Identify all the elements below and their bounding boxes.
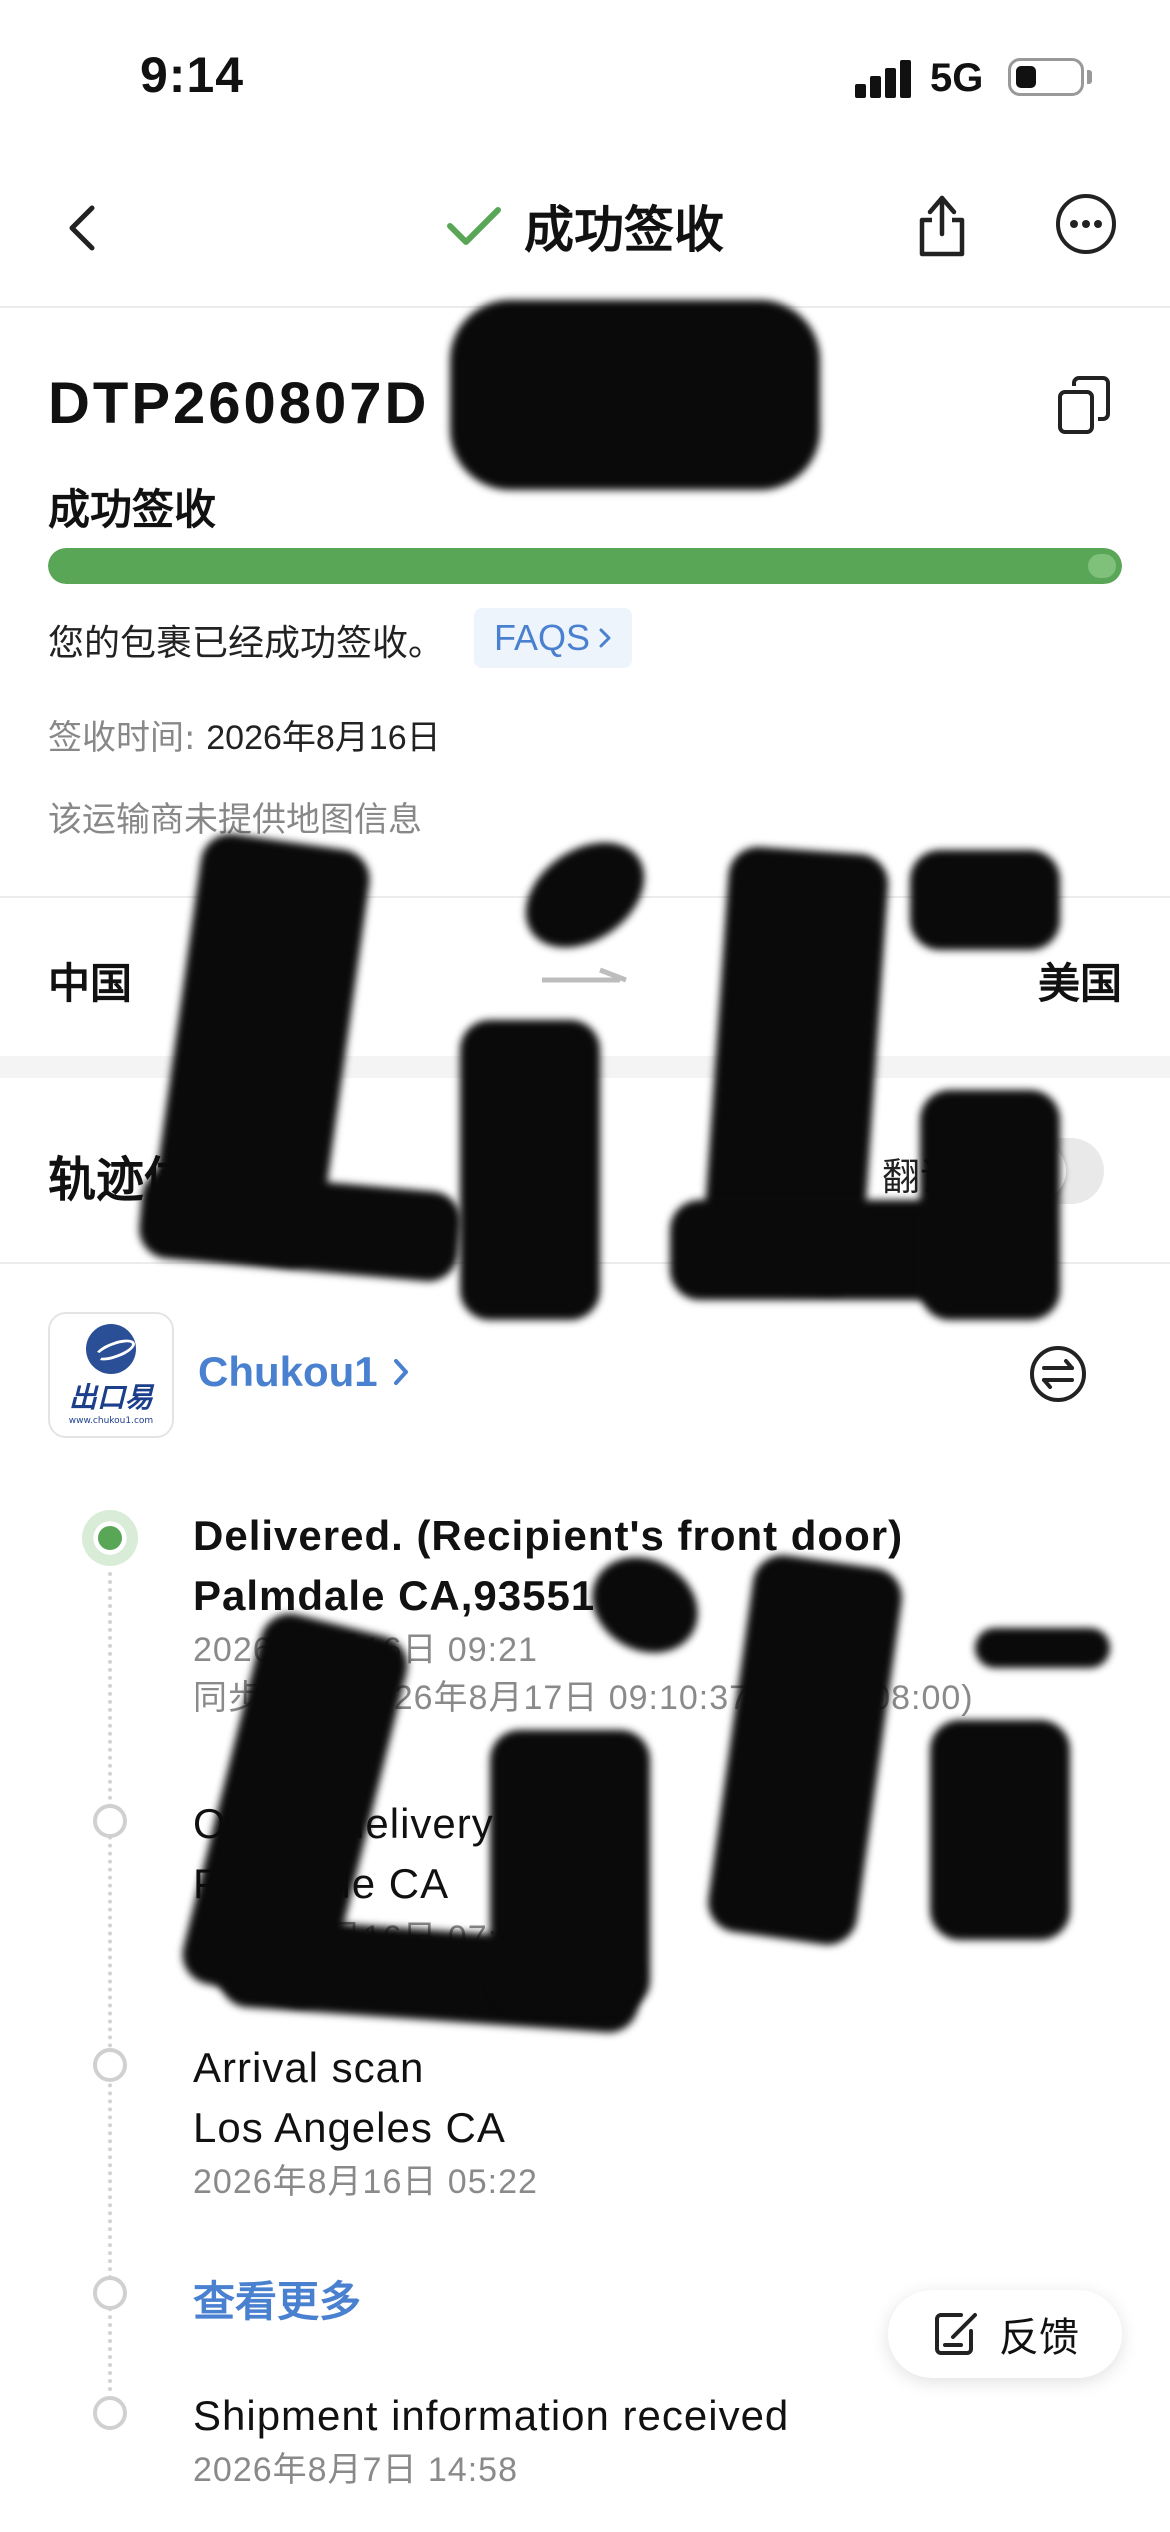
more-horizontal-icon <box>1056 194 1116 254</box>
status-bar: 9:14 5G <box>0 0 1170 150</box>
sign-time-value: 2026年8月16日 <box>206 719 441 757</box>
event-time: 2026年8月7日 14:58 <box>193 2451 518 2489</box>
timeline-line <box>108 1572 112 2392</box>
timeline-dot <box>93 2276 127 2310</box>
faq-button[interactable]: FAQS <box>474 608 633 668</box>
signal-icon <box>855 58 915 98</box>
carrier-logo-text: 出口易 <box>68 1381 153 1414</box>
progress-end-dot <box>1088 554 1116 578</box>
swap-icon <box>1030 1346 1086 1402</box>
copy-button[interactable] <box>1056 374 1112 436</box>
more-button[interactable] <box>1054 192 1118 256</box>
carrier-logo-url: www.chukou1.com <box>68 1416 154 1426</box>
copy-icon <box>1058 376 1110 434</box>
sign-time-label: 签收时间: <box>48 718 207 758</box>
chevron-right-icon <box>599 628 611 648</box>
route-arrow-icon <box>542 967 627 983</box>
progress-fill <box>48 548 1122 584</box>
timeline-dot <box>93 2048 127 2082</box>
sign-time-row: 签收时间: 2026年8月16日 <box>48 710 441 759</box>
carrier-logo: 出口易 www.chukou1.com <box>48 1312 174 1438</box>
delivery-status-title: 成功签收 <box>48 485 217 534</box>
status-time: 9:14 <box>140 47 245 103</box>
timeline-dot <box>93 2396 127 2430</box>
share-button[interactable] <box>912 190 972 260</box>
route-destination: 美国 <box>1037 959 1122 1008</box>
timeline-event: Shipment information received 2026年8月7日 … <box>193 2386 789 2494</box>
faq-label: FAQS <box>494 617 591 658</box>
status-description: 您的包裹已经成功签收。 <box>48 623 445 664</box>
share-icon <box>919 195 965 257</box>
timeline-dot-active <box>82 1510 138 1566</box>
battery-tip <box>1087 70 1092 84</box>
nav-title-group: 成功签收 <box>0 190 1170 262</box>
page-title: 成功签收 <box>524 201 724 259</box>
route-origin: 中国 <box>48 959 133 1008</box>
event-title: Arrival scan <box>193 2044 425 2091</box>
switch-carrier-button[interactable] <box>1028 1344 1088 1404</box>
event-title: Shipment information received <box>193 2392 790 2439</box>
delivery-progress-bar <box>48 548 1122 584</box>
globe-icon <box>86 1324 136 1374</box>
timeline-event: Arrival scan Los Angeles CA 2026年8月16日 0… <box>193 2038 538 2206</box>
see-more-link[interactable]: 查看更多 <box>193 2268 361 2329</box>
feedback-label: 反馈 <box>999 2315 1079 2361</box>
edit-note-icon <box>935 2313 977 2355</box>
carrier-name: Chukou1 <box>198 1348 378 1395</box>
nav-bar: 成功签收 <box>0 150 1170 308</box>
checkmark-icon <box>447 207 501 245</box>
feedback-button[interactable]: 反馈 <box>888 2290 1122 2378</box>
timeline-dot <box>93 1804 127 1838</box>
tracking-number-prefix: DTP260807D <box>48 371 430 436</box>
event-time: 2026年8月16日 05:22 <box>193 2163 538 2201</box>
event-location: Los Angeles CA <box>193 2104 506 2151</box>
network-type: 5G <box>930 56 984 100</box>
carrier-link[interactable]: Chukou1 <box>198 1348 410 1396</box>
event-title: Delivered. (Recipient's front door) <box>193 1512 904 1559</box>
chevron-right-icon <box>393 1359 408 1385</box>
battery-icon <box>1008 58 1084 96</box>
